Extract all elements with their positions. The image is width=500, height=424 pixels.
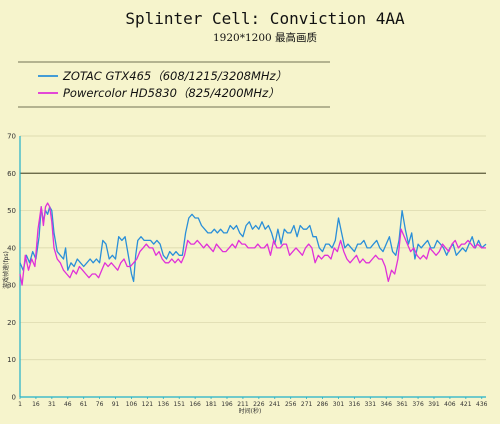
y-tick-label: 20 [7, 319, 16, 327]
plot-area: 0102030405060701 16 31 46 61 76 91 106 121 136 151… [7, 133, 488, 409]
legend: ZOTAC GTX465（608/1215/3208MHz） Powercolo… [18, 61, 330, 108]
y-tick-label: 0 [12, 394, 16, 402]
x-tick-label: 316 [349, 401, 361, 408]
x-tick-label: 421 [460, 401, 472, 408]
x-axis-label: 时间(秒) [239, 407, 262, 415]
x-tick-label: 301 [333, 401, 345, 408]
chart: Splinter Cell: Conviction 4AA 1920*1200 … [2, 9, 488, 415]
y-axis-label: 游戏帧速(fps) [2, 251, 10, 289]
x-tick-label: 76 [96, 401, 104, 408]
series-line-1 [19, 206, 487, 283]
series-line-2 [19, 202, 486, 286]
x-tick-label: 61 [80, 401, 88, 408]
y-tick-label: 50 [7, 207, 16, 215]
x-tick-label: 166 [189, 401, 201, 408]
x-tick-label: 331 [365, 401, 377, 408]
x-tick-label: 46 [64, 401, 72, 408]
y-tick-label: 10 [7, 356, 16, 364]
x-tick-label: 376 [412, 401, 424, 408]
x-tick-label: 181 [205, 401, 217, 408]
x-tick-label: 121 [142, 401, 154, 408]
x-tick-label: 211 [237, 401, 249, 408]
x-tick-label: 286 [317, 401, 329, 408]
x-tick-label: 271 [301, 401, 313, 408]
x-tick-label: 346 [380, 401, 392, 408]
x-tick-label: 16 [32, 401, 40, 408]
x-tick-label: 151 [173, 401, 185, 408]
x-tick-label: 1 [18, 401, 22, 408]
x-tick-label: 256 [285, 401, 297, 408]
chart-subtitle: 1920*1200 最高画质 [213, 31, 317, 44]
x-tick-label: 241 [269, 401, 281, 408]
legend-label-series-2: Powercolor HD5830（825/4200MHz） [63, 86, 280, 100]
y-tick-label: 60 [7, 170, 16, 178]
x-tick-label: 106 [126, 401, 138, 408]
x-tick-label: 31 [48, 401, 56, 408]
x-tick-label: 361 [396, 401, 408, 408]
x-tick-label: 196 [221, 401, 233, 408]
chart-title: Splinter Cell: Conviction 4AA [125, 9, 405, 28]
legend-label-series-1: ZOTAC GTX465（608/1215/3208MHz） [62, 69, 287, 83]
x-tick-label: 91 [112, 401, 120, 408]
x-tick-label: 406 [444, 401, 456, 408]
x-tick-label: 391 [428, 401, 440, 408]
y-tick-label: 70 [7, 133, 16, 141]
x-tick-label: 226 [253, 401, 265, 408]
x-tick-label: 436 [476, 401, 488, 408]
x-tick-label: 136 [158, 401, 170, 408]
